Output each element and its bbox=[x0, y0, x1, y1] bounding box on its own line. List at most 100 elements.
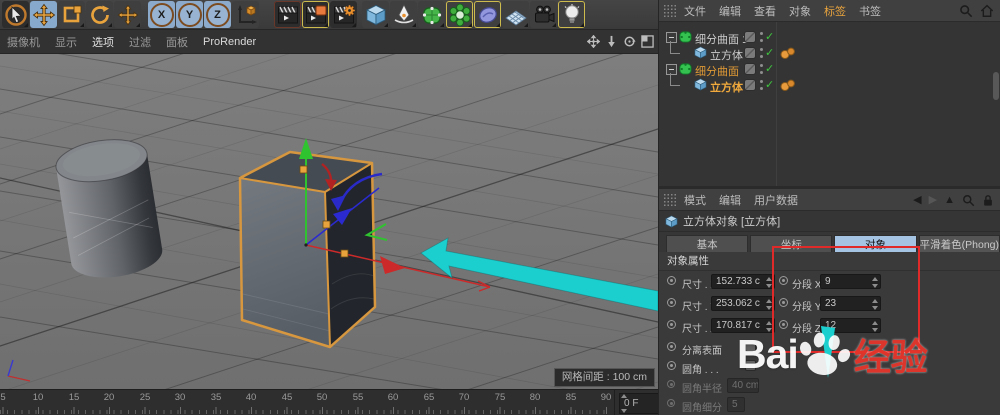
enabled-check-icon[interactable]: ✓ bbox=[765, 30, 774, 43]
scale-tool-button[interactable] bbox=[58, 1, 85, 28]
panel-grip-icon[interactable] bbox=[663, 193, 676, 206]
om-menu-view[interactable]: 查看 bbox=[754, 3, 776, 19]
environment-floor-button[interactable] bbox=[502, 1, 529, 28]
layer-chip-icon[interactable] bbox=[744, 47, 756, 59]
camera-button[interactable] bbox=[530, 1, 557, 28]
size-y-field[interactable]: 253.062 c bbox=[711, 296, 775, 311]
history-back-icon[interactable]: ◀ bbox=[913, 195, 921, 206]
tab-phong[interactable]: 平滑着色(Phong) bbox=[919, 235, 1000, 252]
menu-options[interactable]: 选项 bbox=[92, 34, 114, 50]
menu-camera[interactable]: 摄像机 bbox=[7, 34, 40, 50]
primitive-cube-button[interactable] bbox=[362, 1, 389, 28]
enabled-check-icon[interactable]: ✓ bbox=[765, 78, 774, 91]
menu-prorender[interactable]: ProRender bbox=[203, 36, 256, 48]
visibility-dots[interactable] bbox=[760, 64, 763, 74]
tree-branch-line bbox=[670, 41, 680, 54]
spinner-icon[interactable] bbox=[765, 299, 772, 310]
pan-view-icon[interactable] bbox=[586, 34, 600, 48]
render-picture-viewer-button[interactable] bbox=[302, 1, 329, 28]
attribute-menu-bar: 模式 编辑 用户数据 ◀ ▶ ▲ bbox=[659, 189, 1000, 211]
cylinder-object[interactable] bbox=[53, 134, 165, 284]
am-menu-edit[interactable]: 编辑 bbox=[719, 192, 741, 208]
blue-cube-icon bbox=[364, 3, 388, 27]
simulate-field-button[interactable] bbox=[474, 1, 501, 28]
attribute-title-row: 立方体对象 [立方体] bbox=[659, 211, 1000, 232]
om-menu-tags[interactable]: 标签 bbox=[824, 3, 846, 19]
cube-object[interactable] bbox=[240, 152, 375, 347]
keyframe-circle-icon[interactable] bbox=[667, 361, 676, 370]
rotate-tool-button[interactable] bbox=[86, 1, 113, 28]
parent-object-icon[interactable]: ▲ bbox=[944, 195, 955, 206]
lock-z-axis-button[interactable]: Z bbox=[204, 1, 231, 28]
keyframe-circle-icon[interactable] bbox=[667, 298, 676, 307]
tick-label: 50 bbox=[309, 392, 335, 403]
om-menu-objects[interactable]: 对象 bbox=[789, 3, 811, 19]
timeline-ruler[interactable]: 5 10 15 20 25 30 35 40 45 50 55 60 65 70… bbox=[0, 390, 615, 415]
dolly-view-icon[interactable] bbox=[604, 34, 618, 48]
phong-tag-icon[interactable] bbox=[780, 79, 797, 94]
object-row[interactable]: 立方体 ✓ bbox=[659, 45, 1000, 61]
tick-label: 35 bbox=[203, 392, 229, 403]
keyframe-circle-icon[interactable] bbox=[667, 320, 676, 329]
phong-tag-icon[interactable] bbox=[780, 47, 797, 62]
am-menu-mode[interactable]: 模式 bbox=[684, 192, 706, 208]
object-row[interactable]: 细分曲面 1 ✓ bbox=[659, 29, 1000, 45]
search-icon[interactable] bbox=[959, 4, 973, 18]
visibility-dots[interactable] bbox=[760, 48, 763, 58]
property-row-fillet-subdivision: 圆角细分 5 bbox=[659, 394, 1000, 413]
lock-icon[interactable] bbox=[982, 194, 994, 207]
panel-grip-icon[interactable] bbox=[663, 4, 676, 17]
object-row-selected[interactable]: 细分曲面 ✓ bbox=[659, 61, 1000, 77]
keyframe-circle-icon[interactable] bbox=[667, 276, 676, 285]
enabled-check-icon[interactable]: ✓ bbox=[765, 62, 774, 75]
search-icon[interactable] bbox=[962, 194, 975, 207]
visibility-dots[interactable] bbox=[760, 80, 763, 90]
tab-basic[interactable]: 基本 bbox=[666, 235, 748, 252]
om-menu-bookmarks[interactable]: 书签 bbox=[859, 3, 881, 19]
layer-chip-icon[interactable] bbox=[744, 63, 756, 75]
history-forward-icon[interactable]: ▶ bbox=[929, 195, 937, 206]
rotate-view-icon[interactable] bbox=[622, 34, 636, 48]
home-icon[interactable] bbox=[980, 4, 994, 18]
object-row-selected[interactable]: 立方体 ✓ bbox=[659, 77, 1000, 93]
enabled-check-icon[interactable]: ✓ bbox=[765, 46, 774, 59]
am-menu-userdata[interactable]: 用户数据 bbox=[754, 192, 798, 208]
object-manager-menu-bar: 文件 编辑 查看 对象 标签 书签 bbox=[659, 0, 1000, 22]
menu-panel[interactable]: 面板 bbox=[166, 34, 188, 50]
live-selection-button[interactable] bbox=[2, 1, 29, 28]
om-menu-file[interactable]: 文件 bbox=[684, 3, 706, 19]
layer-chip-icon[interactable] bbox=[744, 79, 756, 91]
render-view-button[interactable] bbox=[274, 1, 301, 28]
panel-resize-handle[interactable] bbox=[993, 72, 999, 100]
size-x-field[interactable]: 152.733 c bbox=[711, 274, 775, 289]
subdivision-generator-button[interactable] bbox=[418, 1, 445, 28]
light-button[interactable] bbox=[558, 1, 585, 28]
om-menu-edit[interactable]: 编辑 bbox=[719, 3, 741, 19]
spinner-icon[interactable] bbox=[765, 277, 772, 288]
lock-y-axis-button[interactable]: Y bbox=[176, 1, 203, 28]
menu-filter[interactable]: 过滤 bbox=[129, 34, 151, 50]
menu-display[interactable]: 显示 bbox=[55, 34, 77, 50]
grid-spacing-label: 网格间距 : 100 cm bbox=[554, 368, 655, 387]
x-axis-letter: X bbox=[150, 3, 174, 27]
lock-x-axis-button[interactable]: X bbox=[148, 1, 175, 28]
object-manager[interactable]: 细分曲面 1 ✓ 立方体 ✓ bbox=[659, 22, 1000, 186]
spline-pen-button[interactable] bbox=[390, 1, 417, 28]
deformer-button[interactable] bbox=[446, 1, 473, 28]
last-used-tool-button[interactable] bbox=[114, 1, 141, 28]
tree-branch-line bbox=[670, 73, 680, 86]
object-name[interactable]: 立方体 bbox=[710, 79, 743, 95]
move-tool-button[interactable] bbox=[30, 1, 57, 28]
coordinate-system-button[interactable] bbox=[232, 1, 259, 28]
layer-chip-icon[interactable] bbox=[744, 31, 756, 43]
cinema4d-window: X Y Z bbox=[0, 0, 1000, 415]
toggle-views-icon[interactable] bbox=[640, 34, 654, 48]
subdivision-surface-icon bbox=[679, 62, 692, 78]
edit-render-settings-button[interactable] bbox=[330, 1, 357, 28]
visibility-dots[interactable] bbox=[760, 32, 763, 42]
keyframe-circle-icon[interactable] bbox=[667, 342, 676, 351]
property-label: 圆角 . . . bbox=[682, 361, 719, 376]
viewport-3d[interactable]: 网格间距 : 100 cm bbox=[0, 54, 658, 389]
viewport-scene bbox=[0, 54, 658, 389]
tick-label: 90 bbox=[593, 392, 619, 403]
